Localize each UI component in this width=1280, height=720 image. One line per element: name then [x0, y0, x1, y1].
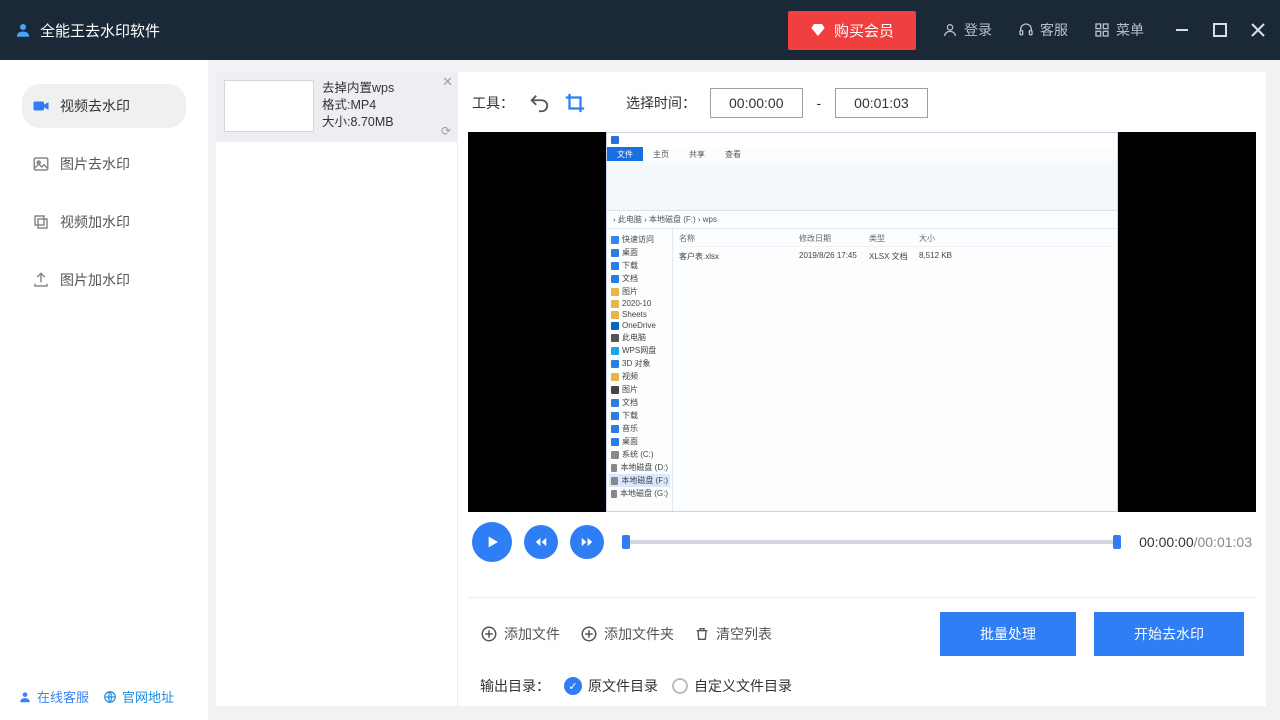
output-label: 输出目录：: [480, 676, 550, 696]
nav-video-add-watermark[interactable]: 视频加水印: [22, 200, 186, 244]
upload-icon: [32, 271, 50, 289]
buy-membership-button[interactable]: 购买会员: [788, 11, 916, 50]
browser-icon: [103, 690, 117, 704]
nav-label: 视频去水印: [60, 96, 130, 116]
preview-breadcrumb: › 此电脑 › 本地磁盘 (F:) › wps: [607, 211, 1117, 229]
preview-column: 工具： 选择时间： 00:00:00 - 00:01:03 文件主页共享查看 ›…: [458, 72, 1266, 706]
trash-icon: [694, 626, 710, 642]
radio-off-icon: [672, 678, 688, 694]
copy-icon: [32, 213, 50, 231]
range-start-handle[interactable]: [622, 535, 630, 549]
progress-bar[interactable]: [622, 540, 1121, 544]
nav-label: 图片去水印: [60, 154, 130, 174]
clear-list-button[interactable]: 清空列表: [694, 624, 772, 644]
rewind-button[interactable]: [524, 525, 558, 559]
file-list-column: 去掉内置wps 格式:MP4 大小:8.70MB ✕ ⟳: [216, 72, 458, 706]
file-meta: 去掉内置wps 格式:MP4 大小:8.70MB: [322, 80, 394, 134]
user-outline-icon: [942, 22, 958, 38]
check-icon: ✓: [564, 677, 582, 695]
user-icon: [18, 690, 32, 704]
output-custom-radio[interactable]: 自定义文件目录: [672, 676, 792, 696]
forward-icon: [580, 535, 594, 549]
diamond-icon: [810, 22, 826, 38]
online-support-link[interactable]: 在线客服: [18, 687, 89, 706]
app-brand: 全能王去水印软件: [14, 20, 160, 41]
close-icon[interactable]: [1250, 22, 1266, 38]
minimize-icon[interactable]: [1174, 22, 1190, 38]
menu-button[interactable]: 菜单: [1094, 20, 1144, 40]
time-separator: -: [817, 95, 822, 111]
forward-button[interactable]: [570, 525, 604, 559]
select-time-label: 选择时间：: [626, 93, 696, 113]
player-controls: 00:00:00/00:01:03: [468, 512, 1256, 566]
nav-image-add-watermark[interactable]: 图片加水印: [22, 258, 186, 302]
app-title: 全能王去水印软件: [40, 20, 160, 41]
official-site-link[interactable]: 官网地址: [103, 687, 174, 706]
image-icon: [32, 155, 50, 173]
start-remove-watermark-button[interactable]: 开始去水印: [1094, 612, 1244, 656]
tools-label: 工具：: [472, 93, 514, 113]
undo-icon[interactable]: [528, 92, 550, 114]
file-name: 去掉内置wps: [322, 80, 394, 97]
rewind-icon: [534, 535, 548, 549]
maximize-icon[interactable]: [1212, 22, 1228, 38]
user-icon: [14, 21, 32, 39]
headset-icon: [1018, 22, 1034, 38]
play-button[interactable]: [472, 522, 512, 562]
login-button[interactable]: 登录: [942, 20, 992, 40]
plus-circle-icon: [480, 625, 498, 643]
support-button[interactable]: 客服: [1018, 20, 1068, 40]
range-end-handle[interactable]: [1113, 535, 1121, 549]
batch-process-button[interactable]: 批量处理: [940, 612, 1076, 656]
add-folder-button[interactable]: 添加文件夹: [580, 624, 674, 644]
grid-icon: [1094, 22, 1110, 38]
preview-frame-content: 文件主页共享查看 › 此电脑 › 本地磁盘 (F:) › wps 快速访问桌面下…: [606, 132, 1118, 512]
nav-video-remove-watermark[interactable]: 视频去水印: [22, 84, 186, 128]
titlebar: 全能王去水印软件 购买会员 登录 客服 菜单: [0, 0, 1280, 60]
file-card[interactable]: 去掉内置wps 格式:MP4 大小:8.70MB ✕ ⟳: [216, 72, 457, 142]
output-row: 输出目录： ✓ 原文件目录 自定义文件目录: [480, 676, 1244, 696]
video-preview: 文件主页共享查看 › 此电脑 › 本地磁盘 (F:) › wps 快速访问桌面下…: [468, 132, 1256, 512]
sidebar-footer: 在线客服 官网地址: [0, 673, 208, 720]
timecode: 00:00:00/00:01:03: [1139, 534, 1252, 550]
sidebar: 视频去水印 图片去水印 视频加水印 图片加水印 在线客服 官网地址: [0, 60, 208, 720]
refresh-icon[interactable]: ⟳: [441, 124, 451, 138]
nav-label: 图片加水印: [60, 270, 130, 290]
nav-label: 视频加水印: [60, 212, 130, 232]
add-file-button[interactable]: 添加文件: [480, 624, 560, 644]
bottom-bar: 添加文件 添加文件夹 清空列表 批量处理 开始去水印: [468, 597, 1256, 706]
output-original-radio[interactable]: ✓ 原文件目录: [564, 676, 658, 696]
file-thumbnail: [224, 80, 314, 132]
video-icon: [32, 97, 50, 115]
plus-circle-icon: [580, 625, 598, 643]
play-icon: [484, 534, 500, 550]
time-start-input[interactable]: 00:00:00: [710, 88, 803, 118]
nav-image-remove-watermark[interactable]: 图片去水印: [22, 142, 186, 186]
time-end-input[interactable]: 00:01:03: [835, 88, 928, 118]
crop-icon[interactable]: [564, 92, 586, 114]
tools-toolbar: 工具： 选择时间： 00:00:00 - 00:01:03: [468, 78, 1256, 132]
window-controls: [1174, 22, 1266, 38]
remove-file-icon[interactable]: ✕: [442, 74, 453, 90]
